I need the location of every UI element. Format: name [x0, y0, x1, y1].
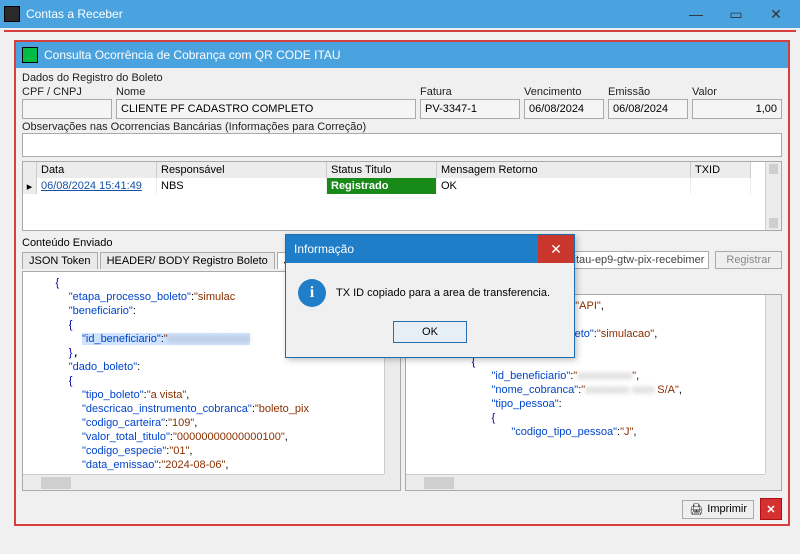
dialog-title: Informação [286, 242, 538, 256]
col-data[interactable]: Data [37, 162, 157, 178]
separator [4, 30, 796, 32]
info-icon: i [298, 279, 326, 307]
inner-title: Consulta Ocorrência de Cobrança com QR C… [44, 48, 341, 62]
table-row[interactable]: ▸ 06/08/2024 15:41:49 NBS Registrado OK [23, 178, 781, 194]
col-txid[interactable]: TXID [691, 162, 751, 178]
printer-icon: 🖨 [689, 503, 703, 516]
cell-txid [691, 178, 751, 194]
minimize-button[interactable]: — [676, 1, 716, 27]
input-valor[interactable] [692, 99, 782, 119]
vscrollbar[interactable] [765, 295, 781, 474]
dialog-title-bar: Informação ✕ [286, 235, 574, 263]
inner-title-bar: Consulta Ocorrência de Cobrança com QR C… [16, 42, 788, 68]
registro-title: Dados do Registro do Boleto [22, 70, 782, 86]
cell-responsavel: NBS [157, 178, 327, 194]
col-mensagem[interactable]: Mensagem Retorno [437, 162, 691, 178]
input-cpf[interactable] [22, 99, 112, 119]
outer-title: Contas a Receber [26, 7, 123, 21]
hscrollbar[interactable] [406, 474, 765, 490]
label-emissao: Emissão [608, 86, 688, 98]
imprimir-button[interactable]: 🖨 Imprimir [682, 500, 754, 519]
imprimir-label: Imprimir [707, 503, 747, 515]
label-valor: Valor [692, 86, 782, 98]
label-nome: Nome [116, 86, 416, 98]
grid-scrollbar[interactable] [765, 162, 781, 230]
grid-header: Data Responsável Status Titulo Mensagem … [23, 162, 781, 178]
input-emissao[interactable] [608, 99, 688, 119]
ok-button[interactable]: OK [393, 321, 467, 343]
dialog-message: TX ID copiado para a area de transferenc… [336, 287, 550, 299]
label-fatura: Fatura [420, 86, 520, 98]
occurrences-grid: Data Responsável Status Titulo Mensagem … [22, 161, 782, 231]
info-dialog: Informação ✕ i TX ID copiado para a area… [285, 234, 575, 358]
col-responsavel[interactable]: Responsável [157, 162, 327, 178]
hscrollbar[interactable] [23, 474, 384, 490]
obs-label: Observações nas Ocorrencias Bancárias (I… [22, 121, 782, 133]
dialog-close-button[interactable]: ✕ [538, 235, 574, 263]
label-vencimento: Vencimento [524, 86, 604, 98]
input-vencimento[interactable] [524, 99, 604, 119]
label-cpf: CPF / CNPJ [22, 86, 112, 98]
app-icon [4, 6, 20, 22]
registrar-button[interactable]: Registrar [715, 251, 782, 269]
close-inner-button[interactable]: ✕ [760, 498, 782, 520]
cell-mensagem: OK [437, 178, 691, 194]
inner-app-icon [22, 47, 38, 63]
outer-title-bar: Contas a Receber — ▭ ✕ [0, 0, 800, 28]
cell-data: 06/08/2024 15:41:49 [37, 178, 157, 194]
col-status[interactable]: Status Titulo [327, 162, 437, 178]
maximize-button[interactable]: ▭ [716, 1, 756, 27]
registro-group: Dados do Registro do Boleto CPF / CNPJ N… [22, 70, 782, 157]
tab-header-body[interactable]: HEADER/ BODY Registro Boleto [100, 252, 275, 269]
input-fatura[interactable] [420, 99, 520, 119]
obs-area[interactable] [22, 133, 782, 157]
cell-status: Registrado [327, 178, 437, 194]
input-nome[interactable] [116, 99, 416, 119]
close-button[interactable]: ✕ [756, 1, 796, 27]
row-indicator-icon: ▸ [23, 178, 37, 194]
tab-json-token[interactable]: JSON Token [22, 252, 98, 269]
